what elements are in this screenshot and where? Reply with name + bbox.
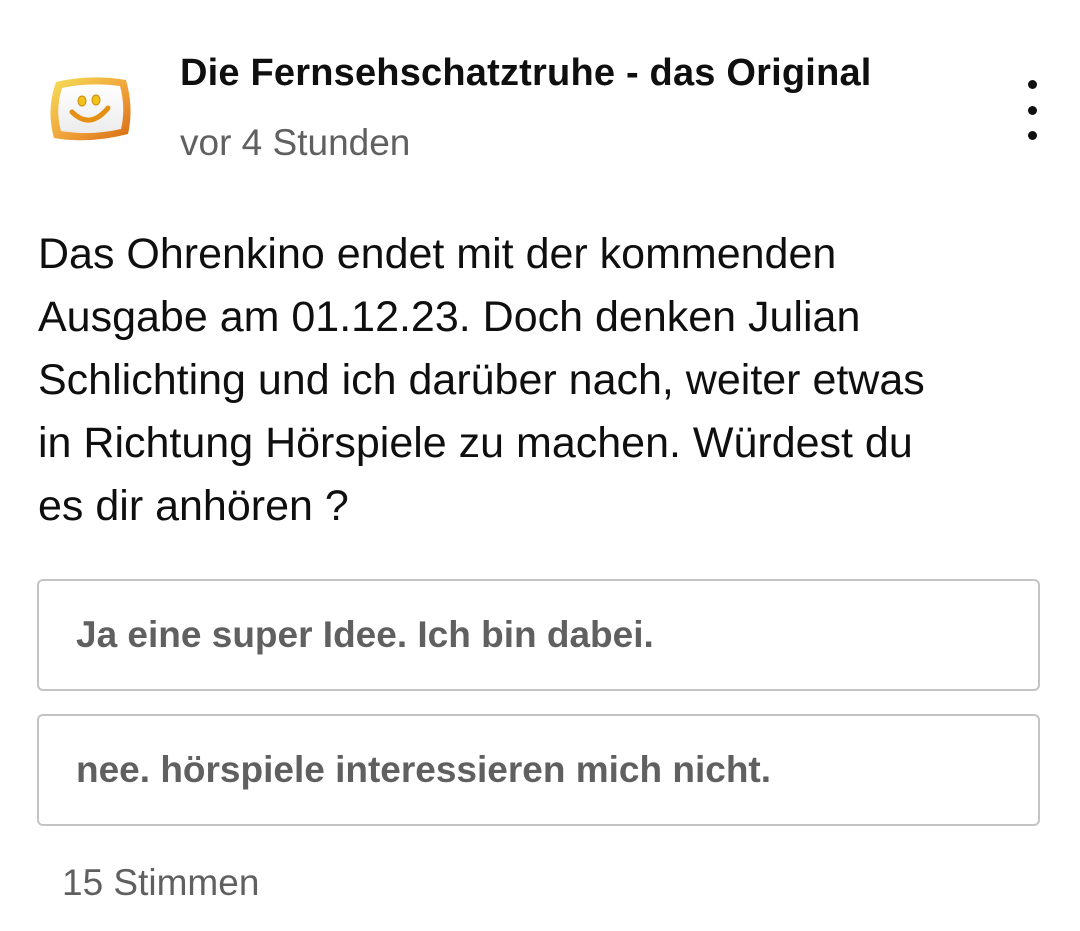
channel-name[interactable]: Die Fernsehschatztruhe - das Original bbox=[180, 52, 872, 95]
post-text-line: es dir anhören ? bbox=[38, 482, 349, 530]
poll-vote-count: 15 Stimmen bbox=[62, 862, 260, 903]
poll-option-yes[interactable]: Ja eine super Idee. Ich bin dabei. bbox=[37, 579, 1040, 691]
post-text: Das Ohrenkino endet mit der kommenden Au… bbox=[38, 223, 1048, 538]
post-text-line: in Richtung Hörspiele zu machen. Würdest… bbox=[38, 419, 913, 467]
more-options-button[interactable] bbox=[1008, 80, 1056, 140]
poll-option-label: nee. hörspiele interessieren mich nicht. bbox=[76, 749, 772, 790]
post-text-line: Ausgabe am 01.12.23. Doch denken Julian bbox=[38, 293, 861, 341]
poll-option-no[interactable]: nee. hörspiele interessieren mich nicht. bbox=[37, 714, 1040, 826]
smiley-tv-logo-icon bbox=[50, 77, 131, 141]
poll-option-label: Ja eine super Idee. Ich bin dabei. bbox=[76, 614, 654, 655]
post-timestamp: vor 4 Stunden bbox=[180, 122, 411, 163]
channel-avatar[interactable] bbox=[46, 74, 134, 144]
post-text-line: Das Ohrenkino endet mit der kommenden bbox=[38, 230, 837, 278]
post-text-line: Schlichting und ich darüber nach, weiter… bbox=[38, 356, 925, 404]
more-vertical-icon bbox=[1027, 80, 1037, 89]
community-post: Die Fernsehschatztruhe - das Original vo… bbox=[0, 0, 1080, 931]
